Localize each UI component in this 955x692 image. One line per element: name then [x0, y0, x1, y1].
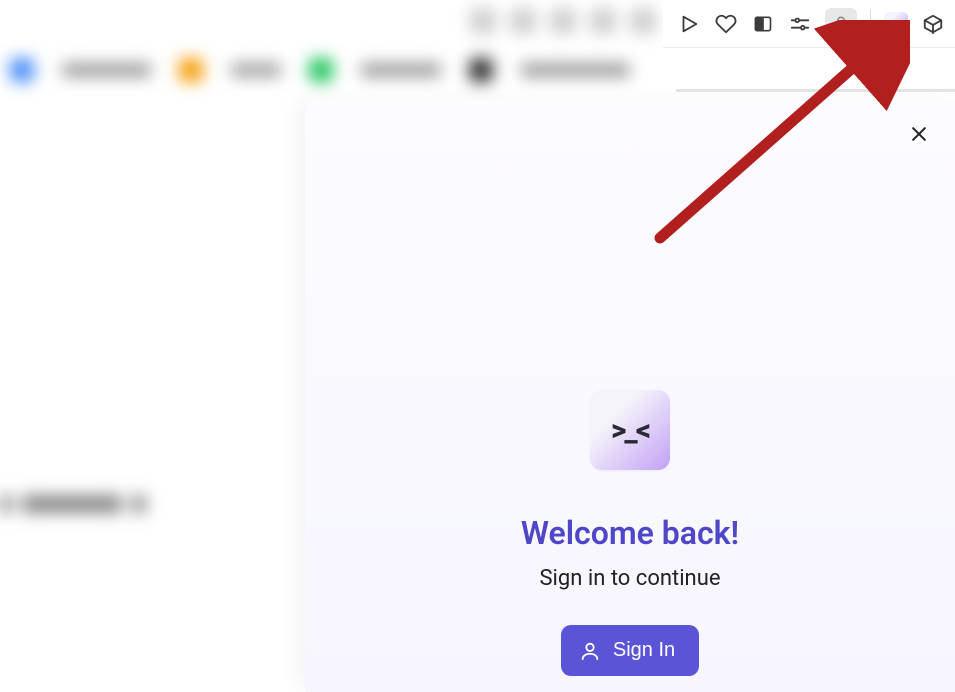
app-logo: >_<: [590, 390, 670, 470]
popup-content: >_< Welcome back! Sign in to continue Si…: [430, 390, 830, 676]
welcome-heading: Welcome back!: [521, 514, 739, 552]
sign-in-button[interactable]: Sign In: [561, 625, 699, 676]
toolbar-separator: [870, 10, 871, 38]
profile-chip-icon[interactable]: [825, 8, 857, 40]
cube-icon[interactable]: [921, 12, 945, 36]
browser-toolbar-right: >_<: [663, 0, 955, 48]
extension-app-icon-glyph: >_<: [887, 17, 905, 31]
half-square-icon[interactable]: [751, 12, 775, 36]
sign-in-button-label: Sign In: [613, 639, 675, 662]
extension-popup-panel: >_< Welcome back! Sign in to continue Si…: [305, 100, 955, 692]
tab-strip-underline: [676, 89, 955, 92]
app-logo-glyph: >_<: [611, 413, 649, 448]
heart-icon[interactable]: [714, 12, 738, 36]
play-outline-icon[interactable]: [677, 12, 701, 36]
extension-app-icon[interactable]: >_<: [884, 12, 908, 36]
welcome-subtitle: Sign in to continue: [539, 566, 720, 591]
user-icon: [579, 640, 601, 662]
sliders-icon[interactable]: [788, 12, 812, 36]
close-button[interactable]: [905, 120, 933, 148]
